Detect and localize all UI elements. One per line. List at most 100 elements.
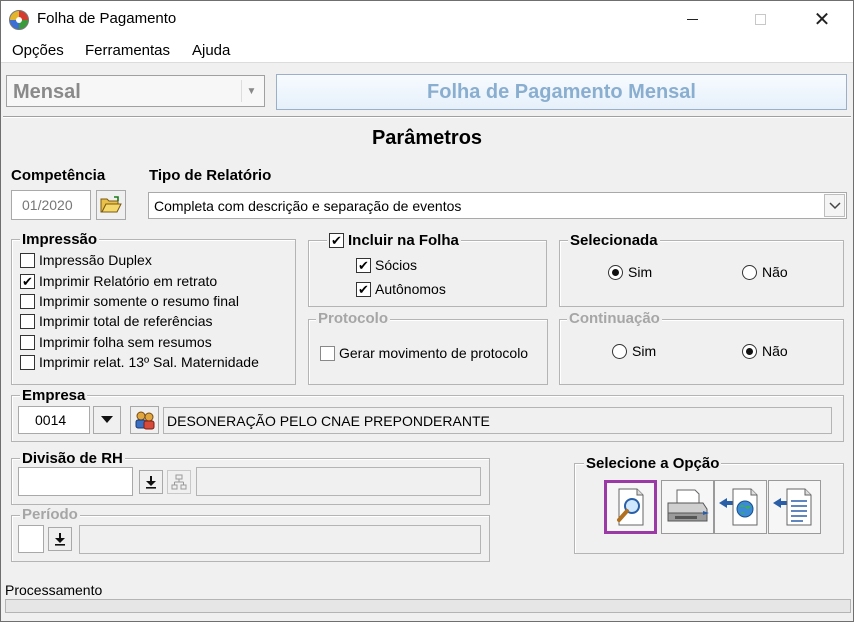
radio[interactable] — [612, 343, 627, 359]
params-title: Parâmetros — [371, 127, 483, 149]
socios-option[interactable]: ✔ Sócios — [356, 257, 417, 273]
continuacao-sim-label: Sim — [632, 343, 657, 359]
socios-label: Sócios — [375, 257, 418, 273]
tipo-relatorio-select[interactable]: Completa com descrição e separação de ev… — [148, 192, 847, 219]
minimize-icon — [686, 18, 698, 20]
competencia-value: 01/2020 — [22, 197, 73, 213]
checkbox[interactable] — [20, 313, 35, 329]
maximize-button[interactable] — [737, 1, 783, 37]
folha-sem-resumos-option[interactable]: Imprimir folha sem resumos — [20, 334, 212, 350]
download-arrow-icon — [55, 533, 65, 546]
processing-progress-bar — [5, 599, 851, 613]
close-button[interactable]: ✕ — [799, 1, 845, 37]
divider — [3, 116, 851, 118]
empresa-title: Empresa — [20, 387, 88, 404]
impressao-title: Impressão — [20, 231, 100, 248]
periodo-lookup-button[interactable] — [48, 527, 72, 551]
minimize-button[interactable] — [669, 1, 715, 37]
empresa-dropdown-button[interactable] — [93, 406, 121, 434]
radio-selected[interactable] — [742, 343, 757, 359]
selecionada-sim-label: Sim — [628, 264, 653, 280]
checkbox[interactable] — [20, 293, 35, 309]
document-icon — [772, 488, 811, 526]
competencia-input[interactable]: 01/2020 — [11, 190, 91, 220]
checkbox[interactable] — [20, 252, 35, 268]
continuacao-nao-label: Não — [762, 343, 788, 359]
divisao-tree-button[interactable] — [167, 470, 191, 494]
resumo-final-label: Imprimir somente o resumo final — [39, 293, 239, 309]
chevron-down-icon: ▼ — [241, 80, 261, 102]
checkbox[interactable] — [320, 345, 335, 361]
divisao-code-input[interactable] — [18, 467, 133, 496]
autonomos-option[interactable]: ✔ Autônomos — [356, 281, 446, 297]
hierarchy-icon — [171, 474, 187, 490]
app-logo-icon — [9, 10, 29, 30]
divisao-lookup-button[interactable] — [139, 470, 163, 494]
relatorio-retrato-label: Imprimir Relatório em retrato — [39, 273, 218, 289]
resumo-final-option[interactable]: Imprimir somente o resumo final — [20, 293, 239, 309]
impressao-duplex-option[interactable]: Impressão Duplex — [20, 252, 152, 268]
chevron-down-icon — [824, 194, 845, 217]
periodo-code-input[interactable] — [18, 525, 44, 553]
empresa-name-value: DESONERAÇÃO PELO CNAE PREPONDERANTE — [167, 413, 490, 429]
caret-down-icon — [101, 416, 113, 423]
selecionada-nao-label: Não — [762, 264, 788, 280]
document-button[interactable] — [768, 480, 821, 534]
preview-button[interactable] — [604, 480, 657, 534]
menu-opcoes[interactable]: Opções — [12, 42, 64, 59]
checkbox[interactable] — [20, 354, 35, 370]
menu-ajuda[interactable]: Ajuda — [192, 42, 230, 59]
export-web-button[interactable] — [714, 480, 767, 534]
checkbox-checked[interactable]: ✔ — [356, 281, 371, 297]
company-users-icon — [135, 411, 154, 430]
print-button[interactable] — [661, 480, 714, 534]
processing-label: Processamento — [5, 582, 103, 598]
incluir-na-folha-label: Incluir na Folha — [348, 232, 459, 249]
menu-ferramentas[interactable]: Ferramentas — [85, 42, 170, 59]
impressao-duplex-label: Impressão Duplex — [39, 252, 152, 268]
maternidade-label: Imprimir relat. 13º Sal. Maternidade — [39, 354, 259, 370]
divisao-name-field — [196, 467, 481, 496]
mode-select-value: Mensal — [13, 81, 81, 103]
maternidade-option[interactable]: Imprimir relat. 13º Sal. Maternidade — [20, 354, 259, 370]
banner-title: Folha de Pagamento Mensal — [276, 74, 847, 110]
opcoes-title: Selecione a Opção — [584, 455, 722, 472]
export-web-icon — [718, 488, 757, 526]
selecionada-nao-option[interactable]: Não — [742, 264, 788, 280]
periodo-name-field — [79, 525, 481, 554]
continuacao-nao-option[interactable]: Não — [742, 343, 788, 359]
empresa-code-value: 0014 — [35, 412, 67, 428]
checkbox-checked[interactable]: ✔ — [356, 257, 371, 273]
download-arrow-icon — [146, 476, 156, 489]
gerar-protocolo-option[interactable]: Gerar movimento de protocolo — [320, 345, 528, 361]
radio-selected[interactable] — [608, 264, 623, 280]
mode-select[interactable]: Mensal ▼ — [6, 75, 265, 107]
tipo-relatorio-label: Tipo de Relatório — [149, 167, 272, 184]
preview-icon — [616, 488, 643, 526]
empresa-code-input[interactable]: 0014 — [18, 406, 90, 434]
total-referencias-option[interactable]: Imprimir total de referências — [20, 313, 213, 329]
open-folder-button[interactable] — [96, 190, 126, 220]
autonomos-label: Autônomos — [375, 281, 446, 297]
competencia-label: Competência — [11, 167, 106, 184]
menu-bar: Opções Ferramentas Ajuda — [1, 37, 853, 63]
incluir-na-folha-toggle[interactable]: ✔ Incluir na Folha — [327, 232, 461, 249]
periodo-title: Período — [20, 506, 80, 523]
checkbox-checked[interactable]: ✔ — [329, 233, 344, 248]
maximize-icon — [754, 13, 766, 25]
checkbox-checked[interactable]: ✔ — [20, 273, 35, 289]
protocolo-title: Protocolo — [316, 310, 390, 327]
relatorio-retrato-option[interactable]: ✔ Imprimir Relatório em retrato — [20, 273, 217, 289]
total-referencias-label: Imprimir total de referências — [39, 313, 213, 329]
continuacao-title: Continuação — [567, 310, 662, 327]
close-icon: ✕ — [813, 8, 831, 31]
radio[interactable] — [742, 264, 757, 280]
selecionada-sim-option[interactable]: Sim — [608, 264, 652, 280]
printer-icon — [667, 489, 709, 522]
empresa-search-button[interactable] — [130, 406, 159, 434]
continuacao-sim-option[interactable]: Sim — [612, 343, 656, 359]
checkbox[interactable] — [20, 334, 35, 350]
folder-open-icon — [100, 196, 122, 213]
app-window: Folha de Pagamento ✕ Opções Ferramentas … — [0, 0, 854, 622]
continuacao-group — [559, 319, 844, 385]
